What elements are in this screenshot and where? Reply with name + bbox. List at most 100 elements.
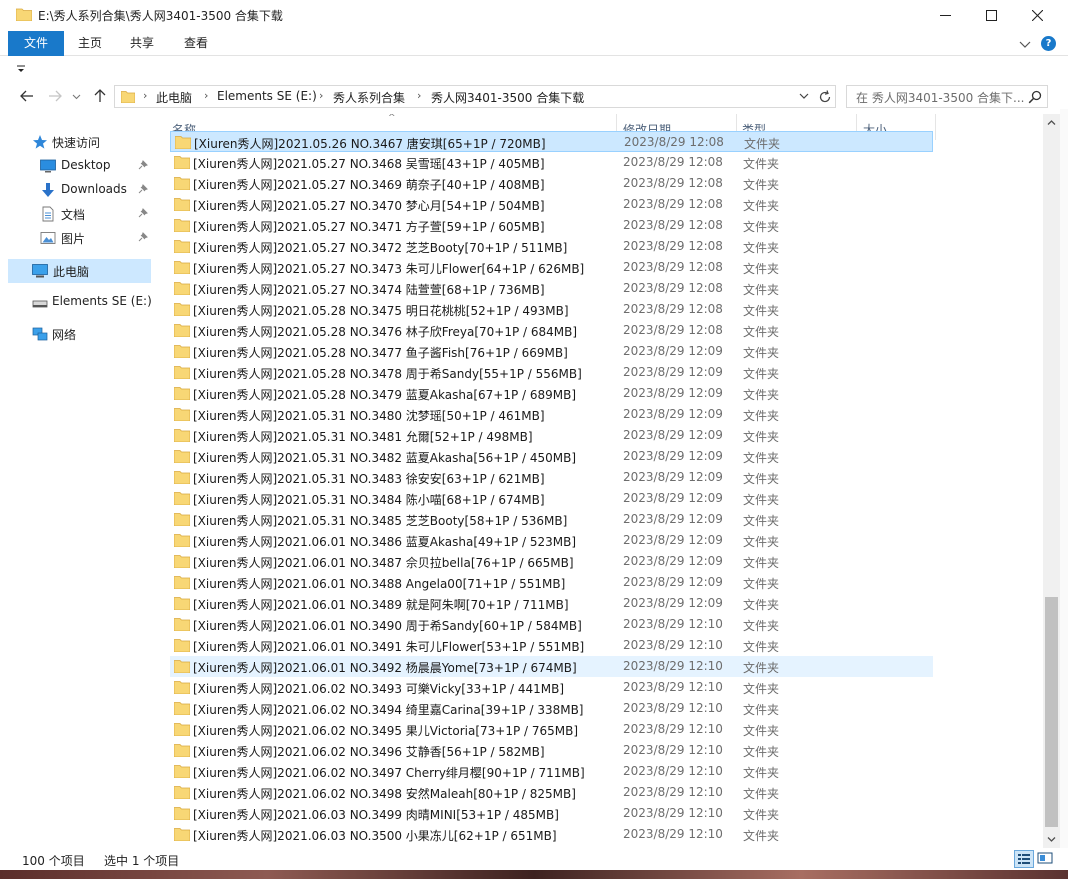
file-row[interactable]: [Xiuren秀人网]2021.05.27 NO.3471 方子萱[59+1P … bbox=[170, 215, 933, 236]
file-name[interactable]: [Xiuren秀人网]2021.05.31 NO.3485 芝芝Booty[58… bbox=[193, 512, 567, 529]
file-row[interactable]: [Xiuren秀人网]2021.05.31 NO.3483 徐安安[63+1P … bbox=[170, 467, 933, 488]
breadcrumb-current-folder[interactable]: 秀人网3401-3500 合集下载 bbox=[431, 89, 584, 106]
nav-item-this-pc[interactable]: 此电脑 bbox=[8, 259, 151, 283]
nav-item-quick-access[interactable]: 快速访问 bbox=[0, 131, 152, 153]
file-row[interactable]: [Xiuren秀人网]2021.05.28 NO.3478 周于希Sandy[5… bbox=[170, 362, 933, 383]
file-name[interactable]: [Xiuren秀人网]2021.05.28 NO.3476 林子欣Freya[7… bbox=[193, 323, 577, 340]
file-row[interactable]: [Xiuren秀人网]2021.05.26 NO.3467 唐安琪[65+1P … bbox=[170, 131, 933, 152]
file-row[interactable]: [Xiuren秀人网]2021.06.02 NO.3496 艾静香[56+1P … bbox=[170, 740, 933, 761]
file-row[interactable]: [Xiuren秀人网]2021.05.28 NO.3476 林子欣Freya[7… bbox=[170, 320, 933, 341]
file-name[interactable]: [Xiuren秀人网]2021.05.27 NO.3474 陆萱萱[68+1P … bbox=[193, 281, 545, 298]
nav-item-pictures[interactable]: 图片 bbox=[0, 227, 152, 249]
file-name[interactable]: [Xiuren秀人网]2021.05.31 NO.3482 蓝夏Akasha[5… bbox=[193, 449, 576, 466]
up-button[interactable] bbox=[91, 87, 109, 105]
search-placeholder[interactable]: 在 秀人网3401-3500 合集下... bbox=[856, 89, 1024, 106]
file-row[interactable]: [Xiuren秀人网]2021.06.01 NO.3489 就是阿朱啊[70+1… bbox=[170, 593, 933, 614]
file-row[interactable]: [Xiuren秀人网]2021.05.31 NO.3484 陈小喵[68+1P … bbox=[170, 488, 933, 509]
file-name[interactable]: [Xiuren秀人网]2021.06.02 NO.3496 艾静香[56+1P … bbox=[193, 743, 545, 760]
help-icon[interactable]: ? bbox=[1041, 36, 1056, 51]
refresh-icon[interactable] bbox=[817, 89, 833, 105]
file-name[interactable]: [Xiuren秀人网]2021.05.28 NO.3475 明日花桃桃[52+1… bbox=[193, 302, 569, 319]
nav-item-drive[interactable]: Elements SE (E:) bbox=[0, 291, 152, 313]
file-name[interactable]: [Xiuren秀人网]2021.05.27 NO.3468 吴雪瑶[43+1P … bbox=[193, 155, 545, 172]
file-row[interactable]: [Xiuren秀人网]2021.06.01 NO.3487 佘贝拉bella[7… bbox=[170, 551, 933, 572]
file-row[interactable]: [Xiuren秀人网]2021.05.28 NO.3475 明日花桃桃[52+1… bbox=[170, 299, 933, 320]
file-row[interactable]: [Xiuren秀人网]2021.06.02 NO.3498 安然Maleah[8… bbox=[170, 782, 933, 803]
back-button[interactable] bbox=[18, 87, 36, 105]
tab-view[interactable]: 查看 bbox=[176, 31, 216, 56]
file-name[interactable]: [Xiuren秀人网]2021.06.01 NO.3490 周于希Sandy[6… bbox=[193, 617, 582, 634]
nav-item-documents[interactable]: 文档 bbox=[0, 203, 152, 225]
address-bar[interactable]: › 此电脑 › Elements SE (E:) › 秀人系列合集 › 秀人网3… bbox=[114, 85, 836, 108]
file-name[interactable]: [Xiuren秀人网]2021.05.27 NO.3471 方子萱[59+1P … bbox=[193, 218, 545, 235]
nav-item-downloads[interactable]: Downloads bbox=[0, 179, 152, 201]
file-row[interactable]: [Xiuren秀人网]2021.05.27 NO.3472 芝芝Booty[70… bbox=[170, 236, 933, 257]
tab-file[interactable]: 文件 bbox=[8, 31, 64, 56]
file-row[interactable]: [Xiuren秀人网]2021.06.02 NO.3497 Cherry绯月樱[… bbox=[170, 761, 933, 782]
breadcrumb-separator[interactable]: › bbox=[319, 89, 323, 102]
chevron-down-icon[interactable] bbox=[797, 89, 811, 103]
column-divider[interactable] bbox=[935, 114, 936, 140]
file-name[interactable]: [Xiuren秀人网]2021.05.27 NO.3472 芝芝Booty[70… bbox=[193, 239, 567, 256]
file-name[interactable]: [Xiuren秀人网]2021.05.27 NO.3473 朱可儿Flower[… bbox=[193, 260, 584, 277]
file-name[interactable]: [Xiuren秀人网]2021.06.02 NO.3497 Cherry绯月樱[… bbox=[193, 764, 585, 781]
forward-button[interactable] bbox=[46, 87, 64, 105]
scroll-down-button[interactable] bbox=[1043, 831, 1060, 848]
file-row[interactable]: [Xiuren秀人网]2021.05.31 NO.3481 允爾[52+1P /… bbox=[170, 425, 933, 446]
file-row[interactable]: [Xiuren秀人网]2021.05.27 NO.3473 朱可儿Flower[… bbox=[170, 257, 933, 278]
file-name[interactable]: [Xiuren秀人网]2021.05.28 NO.3479 蓝夏Akasha[6… bbox=[193, 386, 576, 403]
file-name[interactable]: [Xiuren秀人网]2021.06.02 NO.3493 可樂Vicky[33… bbox=[193, 680, 564, 697]
file-row[interactable]: [Xiuren秀人网]2021.06.01 NO.3486 蓝夏Akasha[4… bbox=[170, 530, 933, 551]
chevron-down-icon[interactable] bbox=[1018, 37, 1032, 51]
file-row[interactable]: [Xiuren秀人网]2021.06.01 NO.3490 周于希Sandy[6… bbox=[170, 614, 933, 635]
file-name[interactable]: [Xiuren秀人网]2021.06.03 NO.3500 小果冻儿[62+1P… bbox=[193, 827, 557, 844]
breadcrumb-collection[interactable]: 秀人系列合集 bbox=[333, 89, 405, 106]
file-name[interactable]: [Xiuren秀人网]2021.06.01 NO.3491 朱可儿Flower[… bbox=[193, 638, 584, 655]
file-name[interactable]: [Xiuren秀人网]2021.06.01 NO.3486 蓝夏Akasha[4… bbox=[193, 533, 576, 550]
scroll-up-button[interactable] bbox=[1043, 114, 1060, 131]
file-row[interactable]: [Xiuren秀人网]2021.05.28 NO.3477 鱼子酱Fish[76… bbox=[170, 341, 933, 362]
breadcrumb-separator[interactable]: › bbox=[417, 89, 421, 102]
breadcrumb-separator[interactable]: › bbox=[204, 89, 208, 102]
file-name[interactable]: [Xiuren秀人网]2021.06.01 NO.3487 佘贝拉bella[7… bbox=[193, 554, 574, 571]
tab-home[interactable]: 主页 bbox=[70, 31, 110, 56]
file-row[interactable]: [Xiuren秀人网]2021.06.02 NO.3493 可樂Vicky[33… bbox=[170, 677, 933, 698]
file-name[interactable]: [Xiuren秀人网]2021.05.26 NO.3467 唐安琪[65+1P … bbox=[194, 135, 546, 152]
breadcrumb-drive[interactable]: Elements SE (E:) bbox=[217, 89, 317, 103]
search-icon[interactable] bbox=[1028, 90, 1042, 104]
file-row[interactable]: [Xiuren秀人网]2021.05.28 NO.3479 蓝夏Akasha[6… bbox=[170, 383, 933, 404]
file-name[interactable]: [Xiuren秀人网]2021.06.02 NO.3498 安然Maleah[8… bbox=[193, 785, 576, 802]
file-row[interactable]: [Xiuren秀人网]2021.05.31 NO.3480 沈梦瑶[50+1P … bbox=[170, 404, 933, 425]
file-name[interactable]: [Xiuren秀人网]2021.05.28 NO.3478 周于希Sandy[5… bbox=[193, 365, 582, 382]
file-row[interactable]: [Xiuren秀人网]2021.05.27 NO.3469 萌奈子[40+1P … bbox=[170, 173, 933, 194]
file-name[interactable]: [Xiuren秀人网]2021.05.27 NO.3469 萌奈子[40+1P … bbox=[193, 176, 545, 193]
close-button[interactable] bbox=[1014, 0, 1060, 31]
file-row[interactable]: [Xiuren秀人网]2021.06.01 NO.3491 朱可儿Flower[… bbox=[170, 635, 933, 656]
search-box[interactable]: 在 秀人网3401-3500 合集下... bbox=[846, 85, 1048, 108]
file-name[interactable]: [Xiuren秀人网]2021.06.01 NO.3492 杨晨晨Yome[73… bbox=[193, 659, 577, 676]
file-name[interactable]: [Xiuren秀人网]2021.05.31 NO.3480 沈梦瑶[50+1P … bbox=[193, 407, 545, 424]
file-name[interactable]: [Xiuren秀人网]2021.05.31 NO.3483 徐安安[63+1P … bbox=[193, 470, 545, 487]
file-row[interactable]: [Xiuren秀人网]2021.05.27 NO.3474 陆萱萱[68+1P … bbox=[170, 278, 933, 299]
recent-locations-button[interactable] bbox=[70, 87, 82, 105]
nav-item-desktop[interactable]: Desktop bbox=[0, 155, 152, 177]
file-row[interactable]: [Xiuren秀人网]2021.05.27 NO.3468 吴雪瑶[43+1P … bbox=[170, 152, 933, 173]
file-row[interactable]: [Xiuren秀人网]2021.06.02 NO.3495 果儿Victoria… bbox=[170, 719, 933, 740]
file-row[interactable]: [Xiuren秀人网]2021.06.03 NO.3499 肉晴MINI[53+… bbox=[170, 803, 933, 824]
file-row[interactable]: [Xiuren秀人网]2021.05.31 NO.3485 芝芝Booty[58… bbox=[170, 509, 933, 530]
vertical-scrollbar[interactable] bbox=[1043, 114, 1060, 848]
file-name[interactable]: [Xiuren秀人网]2021.05.27 NO.3470 梦心月[54+1P … bbox=[193, 197, 545, 214]
file-row[interactable]: [Xiuren秀人网]2021.06.01 NO.3488 Angela00[7… bbox=[170, 572, 933, 593]
file-row[interactable]: [Xiuren秀人网]2021.05.27 NO.3470 梦心月[54+1P … bbox=[170, 194, 933, 215]
file-name[interactable]: [Xiuren秀人网]2021.05.28 NO.3477 鱼子酱Fish[76… bbox=[193, 344, 568, 361]
file-row[interactable]: [Xiuren秀人网]2021.05.31 NO.3482 蓝夏Akasha[5… bbox=[170, 446, 933, 467]
scroll-thumb[interactable] bbox=[1045, 597, 1058, 827]
file-name[interactable]: [Xiuren秀人网]2021.05.31 NO.3484 陈小喵[68+1P … bbox=[193, 491, 545, 508]
customize-toolbar-icon[interactable] bbox=[16, 64, 26, 74]
file-row[interactable]: [Xiuren秀人网]2021.06.01 NO.3492 杨晨晨Yome[73… bbox=[170, 656, 933, 677]
large-icons-view-button[interactable] bbox=[1036, 850, 1056, 868]
file-name[interactable]: [Xiuren秀人网]2021.06.02 NO.3494 绮里嘉Carina[… bbox=[193, 701, 584, 718]
breadcrumb-separator[interactable]: › bbox=[143, 89, 147, 102]
file-name[interactable]: [Xiuren秀人网]2021.06.02 NO.3495 果儿Victoria… bbox=[193, 722, 578, 739]
tab-share[interactable]: 共享 bbox=[122, 31, 162, 56]
